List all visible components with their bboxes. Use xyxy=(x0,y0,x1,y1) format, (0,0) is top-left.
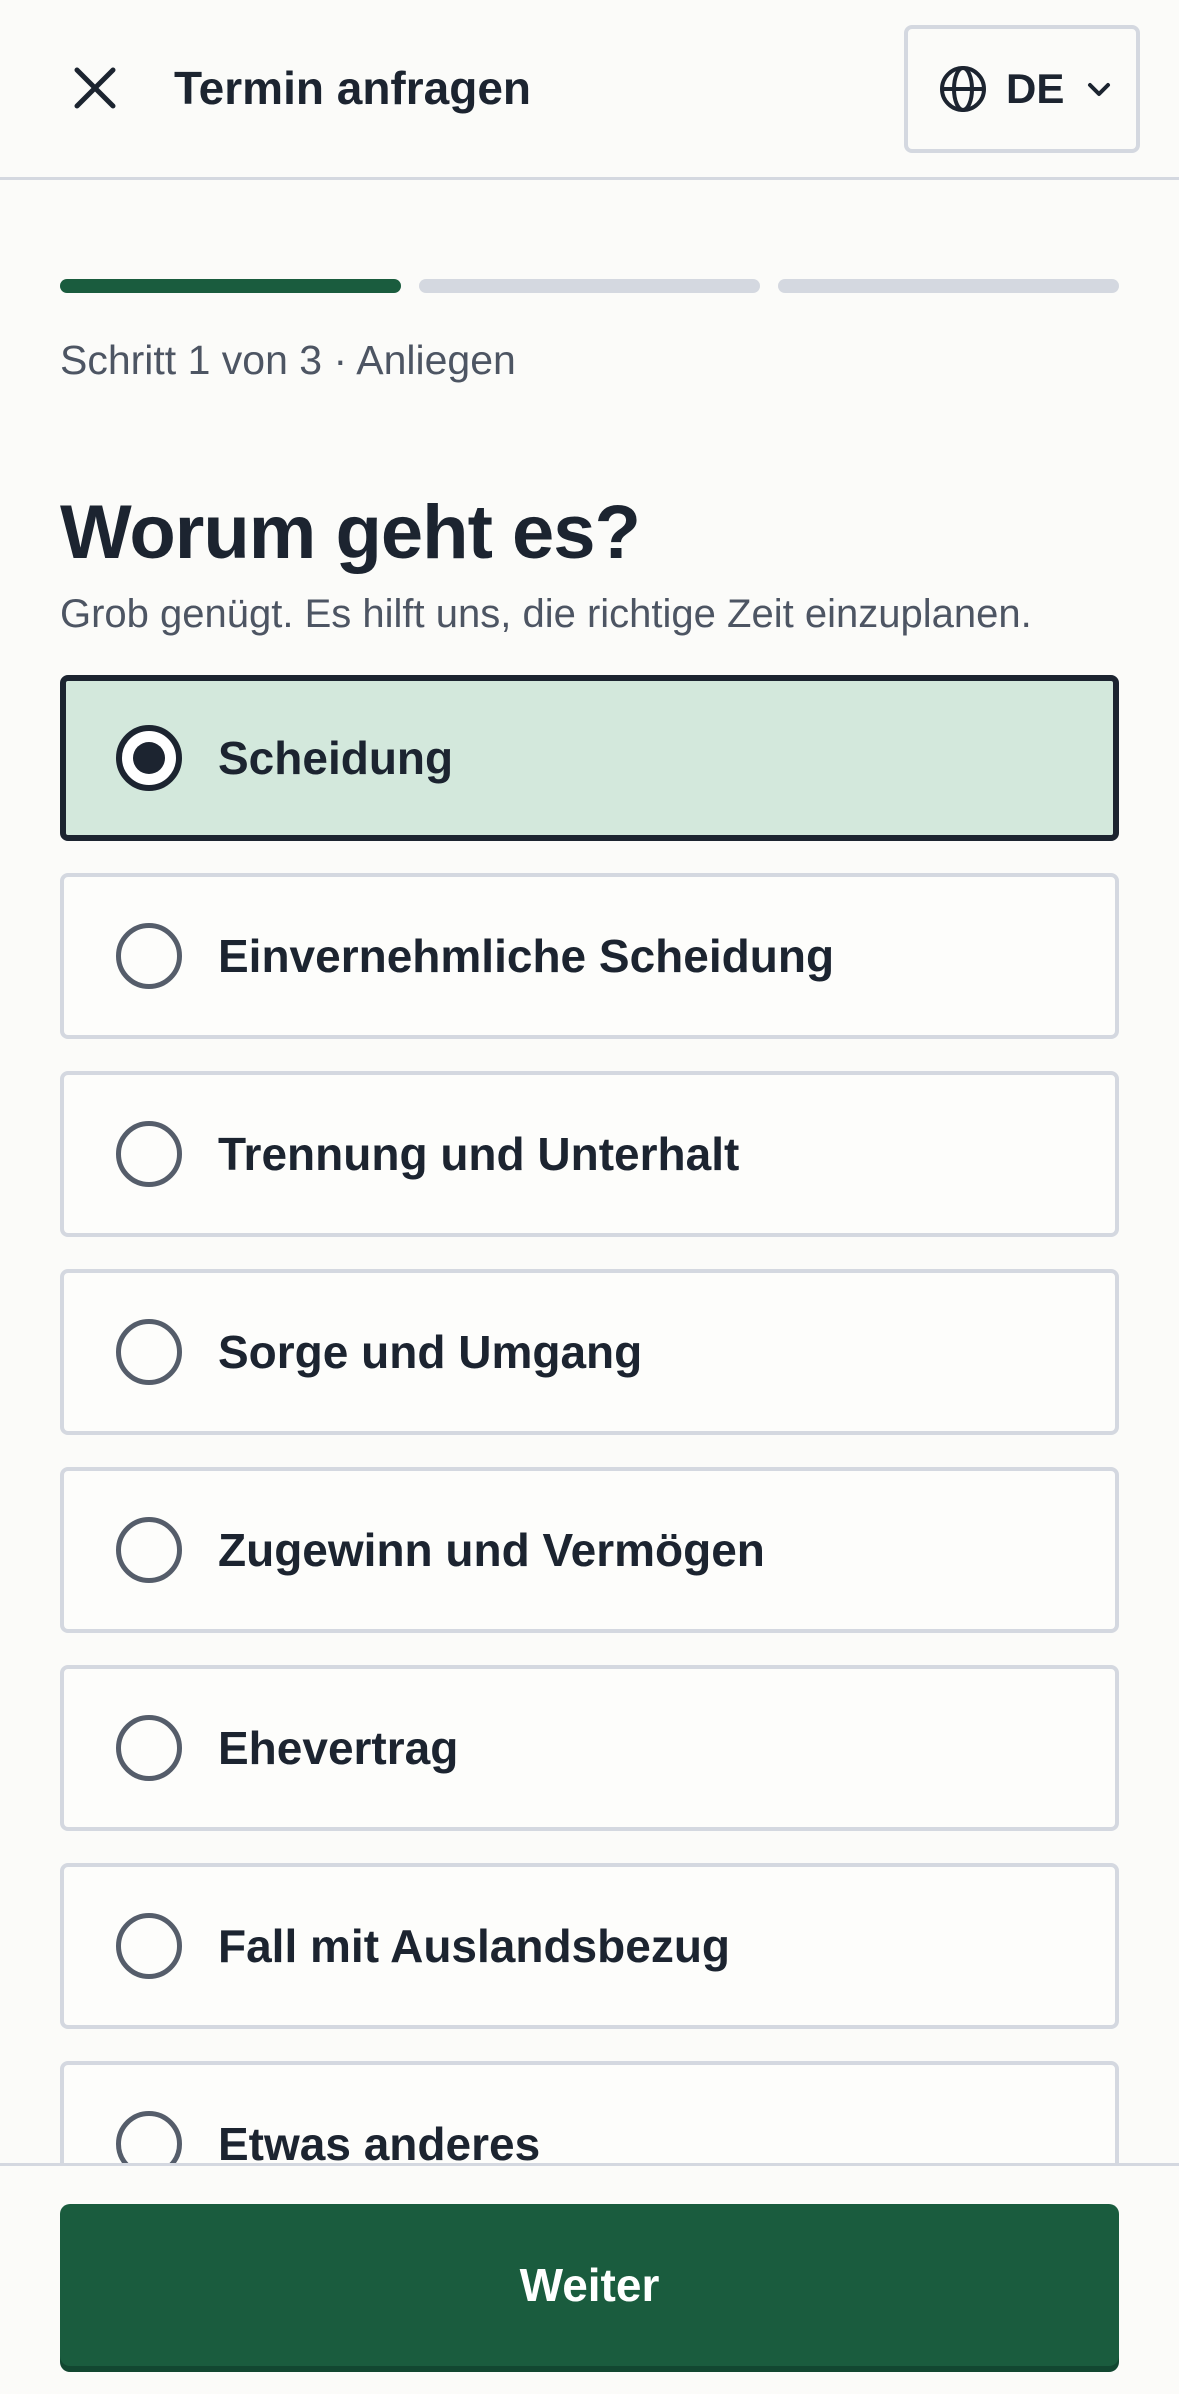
option-label: Zugewinn und Vermögen xyxy=(218,1524,765,1576)
radio-unselected-icon[interactable] xyxy=(116,1121,182,1187)
step-indicator: Schritt 1 von 3 · Anliegen xyxy=(60,337,516,383)
radio-selected-icon[interactable] xyxy=(116,725,182,791)
option-label: Ehevertrag xyxy=(218,1722,459,1774)
radio-unselected-icon[interactable] xyxy=(116,1319,182,1385)
option-label: Scheidung xyxy=(218,732,454,784)
progress-indicator xyxy=(60,279,1119,293)
question-heading: Worum geht es? xyxy=(60,490,641,575)
radio-unselected-icon[interactable] xyxy=(116,1715,182,1781)
progress-segment xyxy=(778,279,1119,293)
language-selector[interactable]: DE xyxy=(904,25,1140,153)
close-button[interactable] xyxy=(52,45,138,131)
option-item[interactable]: Einvernehmliche Scheidung xyxy=(60,873,1119,1039)
radio-unselected-icon[interactable] xyxy=(116,1517,182,1583)
globe-icon xyxy=(938,64,988,114)
option-item[interactable]: Trennung und Unterhalt xyxy=(60,1071,1119,1237)
option-item[interactable]: Fall mit Auslandsbezug xyxy=(60,1863,1119,2029)
chevron-down-icon xyxy=(1084,74,1114,104)
bottom-bar: Weiter xyxy=(0,2163,1179,2394)
top-bar: Termin anfragen DE xyxy=(0,0,1179,180)
page-title: Termin anfragen xyxy=(174,62,531,114)
option-item[interactable]: Sorge und Umgang xyxy=(60,1269,1119,1435)
language-code: DE xyxy=(1006,65,1065,112)
option-label: Einvernehmliche Scheidung xyxy=(218,930,835,982)
option-item[interactable]: Scheidung xyxy=(60,675,1119,841)
option-item[interactable]: Ehevertrag xyxy=(60,1665,1119,1831)
option-label: Sorge und Umgang xyxy=(218,1326,643,1378)
question-hint: Grob genügt. Es hilft uns, die richtige … xyxy=(60,592,1032,636)
option-label: Fall mit Auslandsbezug xyxy=(218,1920,731,1972)
progress-segment xyxy=(419,279,760,293)
radio-unselected-icon[interactable] xyxy=(116,1913,182,1979)
progress-segment xyxy=(60,279,401,293)
option-label: Trennung und Unterhalt xyxy=(218,1128,740,1180)
option-item[interactable]: Zugewinn und Vermögen xyxy=(60,1467,1119,1633)
next-button[interactable]: Weiter xyxy=(60,2204,1119,2366)
radio-unselected-icon[interactable] xyxy=(116,923,182,989)
close-icon xyxy=(74,67,116,109)
